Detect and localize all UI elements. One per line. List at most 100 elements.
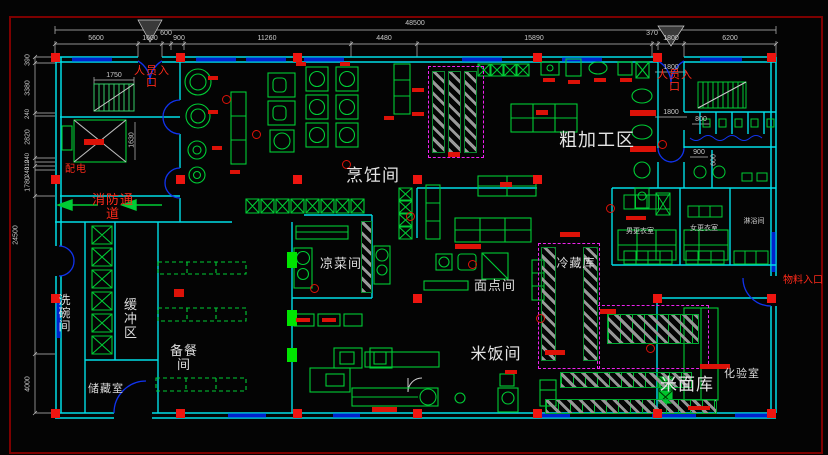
dim-top-9: 6200 bbox=[722, 35, 738, 42]
dim-left-2: 240 bbox=[25, 109, 31, 119]
equipment-tag bbox=[412, 112, 424, 116]
equipment-tag bbox=[230, 170, 240, 174]
column bbox=[51, 53, 60, 62]
equipment-tag bbox=[174, 289, 184, 297]
cold-dish-equipment bbox=[294, 226, 390, 326]
dim-room-w: 900 bbox=[693, 149, 705, 156]
column bbox=[533, 53, 542, 62]
equipment-tag bbox=[384, 116, 394, 120]
column bbox=[767, 409, 776, 418]
dim-left-3: 2820 bbox=[25, 129, 32, 145]
sign-material-entrance: 物料入口 bbox=[778, 276, 828, 287]
equipment-tag bbox=[560, 232, 580, 237]
dim-elevator: 1630 bbox=[129, 132, 136, 148]
sign-personnel-entrance-right: 人员入口 bbox=[657, 70, 693, 94]
column bbox=[767, 53, 776, 62]
equipment-tag bbox=[500, 182, 512, 187]
dim-top-4: 11260 bbox=[258, 35, 277, 42]
room-label-pastry: 面点间 bbox=[460, 279, 530, 293]
cad-floorplan-screenshot: 48500 5600 1600 600 900 11260 4480 15890… bbox=[0, 0, 828, 455]
dim-top-0: 5600 bbox=[88, 35, 104, 42]
ref-bubble bbox=[468, 260, 477, 269]
column bbox=[533, 409, 542, 418]
pass-window bbox=[287, 252, 297, 268]
room-label-food-prep: 备餐间 bbox=[168, 344, 200, 372]
room-label-lab: 化验室 bbox=[718, 369, 766, 381]
equipment-tag bbox=[455, 244, 481, 249]
dim-top-6: 15890 bbox=[524, 35, 543, 42]
equipment-tag bbox=[620, 78, 632, 82]
room-label-cold-dish: 凉菜间 bbox=[306, 257, 376, 271]
column bbox=[176, 409, 185, 418]
room-label-rough-processing: 粗加工区 bbox=[532, 131, 662, 150]
dim-left-7: 1780 bbox=[25, 176, 32, 192]
equipment-tag bbox=[208, 76, 218, 80]
equipment-tag bbox=[594, 78, 606, 82]
column bbox=[413, 294, 422, 303]
sign-personnel-entrance-left: 人员入口 bbox=[134, 66, 170, 90]
equipment-tag bbox=[412, 88, 424, 92]
dim-door-w: 600 bbox=[711, 154, 718, 166]
room-label-cold-storage: 冷藏库 bbox=[544, 257, 608, 270]
dim-entry-b: 1800 bbox=[663, 109, 679, 116]
equipment-tag bbox=[340, 62, 350, 66]
dim-top-8: 1800 bbox=[663, 35, 679, 42]
equipment-tag bbox=[372, 407, 397, 412]
room-label-shower: 淋浴间 bbox=[738, 218, 770, 226]
room-label-women-changing: 女更衣室 bbox=[684, 225, 724, 233]
equipment-tag bbox=[212, 146, 222, 150]
shelf-hatch bbox=[432, 71, 445, 153]
dim-left-8: 4000 bbox=[25, 376, 32, 392]
shelf-hatch bbox=[464, 71, 477, 153]
ref-bubble bbox=[310, 284, 319, 293]
column bbox=[293, 409, 302, 418]
ref-bubble bbox=[536, 314, 545, 323]
rice-room-door bbox=[408, 378, 422, 392]
dim-top-3: 900 bbox=[173, 35, 185, 42]
ref-bubble bbox=[222, 95, 231, 104]
equipment-tag bbox=[626, 216, 646, 220]
dim-top-2: 600 bbox=[160, 30, 172, 37]
column bbox=[176, 53, 185, 62]
equipment-tag bbox=[84, 139, 104, 145]
equipment-tag bbox=[630, 110, 656, 116]
dim-top-7: 370 bbox=[646, 30, 658, 37]
room-label-rice: 米饭间 bbox=[446, 346, 546, 363]
sign-power-room: 配电 bbox=[62, 165, 90, 176]
dim-overall-width: 48500 bbox=[405, 20, 424, 27]
dim-top-5: 4480 bbox=[376, 35, 392, 42]
column bbox=[293, 175, 302, 184]
column bbox=[653, 409, 662, 418]
pass-window bbox=[287, 348, 297, 362]
dishwashing-racks bbox=[92, 226, 112, 354]
equipment-tag bbox=[545, 350, 565, 355]
column bbox=[653, 294, 662, 303]
column bbox=[653, 53, 662, 62]
equipment-tag bbox=[536, 110, 548, 115]
dim-stair: 1750 bbox=[106, 72, 122, 79]
equipment-tag bbox=[296, 318, 310, 322]
equipment-tag bbox=[568, 80, 580, 84]
shelf-hatch-grid bbox=[607, 314, 699, 344]
room-label-dish-washing: 洗碗间 bbox=[57, 294, 73, 333]
column bbox=[533, 175, 542, 184]
stairs-left bbox=[94, 84, 134, 111]
equipment-tag bbox=[448, 152, 460, 157]
column bbox=[176, 175, 185, 184]
equipment-tag bbox=[688, 406, 710, 410]
room-label-cooking: 烹饪间 bbox=[318, 167, 428, 185]
column bbox=[413, 409, 422, 418]
dim-overall-height: 24500 bbox=[13, 225, 20, 244]
dim-left-0: 390 bbox=[25, 54, 32, 66]
column bbox=[767, 294, 776, 303]
ref-bubble bbox=[406, 212, 415, 221]
equipment-tag bbox=[600, 309, 616, 314]
ref-bubble bbox=[252, 130, 261, 139]
room-label-men-changing: 男更衣室 bbox=[620, 228, 660, 236]
equipment-tag bbox=[322, 318, 336, 322]
sign-fire-passage: 消防通道 bbox=[90, 193, 136, 221]
equipment-tag bbox=[543, 78, 555, 82]
room-label-storage: 储藏室 bbox=[82, 384, 130, 396]
dim-top-1: 1600 bbox=[142, 35, 158, 42]
ref-bubble bbox=[646, 344, 655, 353]
